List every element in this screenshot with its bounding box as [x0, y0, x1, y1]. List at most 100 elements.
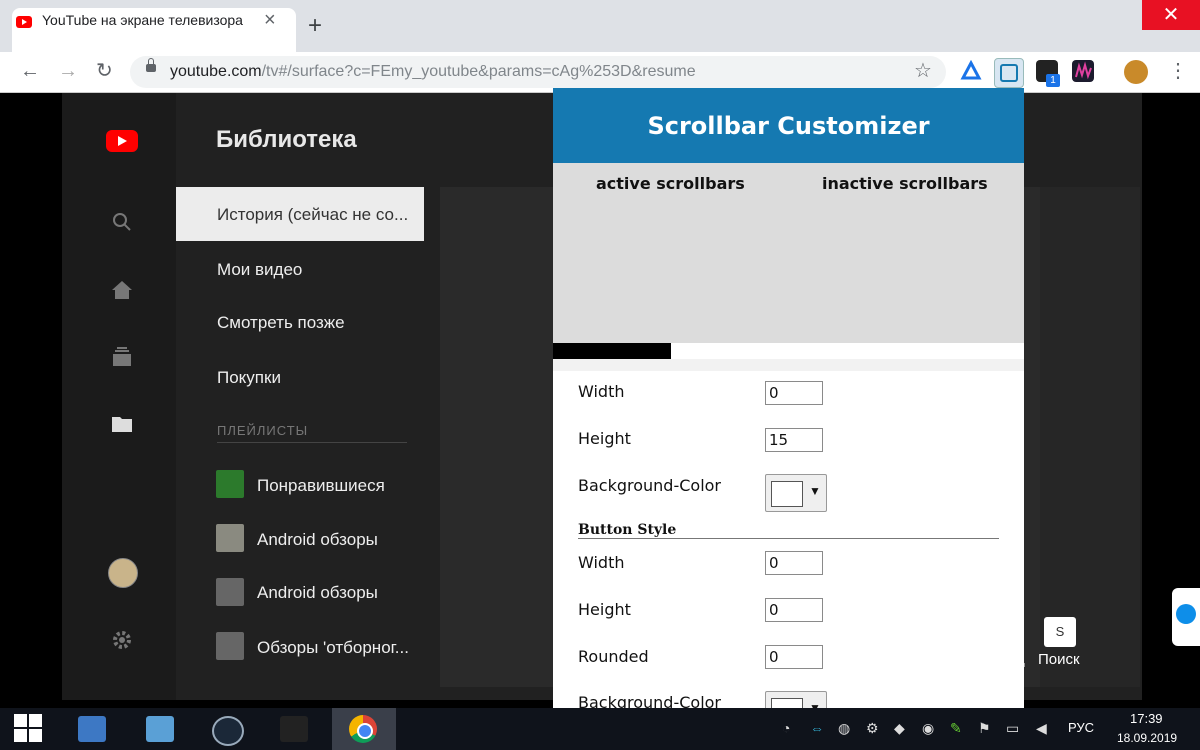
menu-item-label: История (сейчас не со...: [217, 205, 409, 224]
url-host: youtube.com: [170, 63, 262, 80]
tray-teamviewer-icon[interactable]: ⇔: [810, 720, 824, 736]
tray-update-icon[interactable]: ✎: [950, 720, 962, 737]
playlist-thumbnail: [216, 470, 244, 498]
taskbar-app-computer-icon[interactable]: [62, 708, 122, 750]
house-glyph: [112, 281, 132, 299]
button-height-input[interactable]: [765, 598, 823, 622]
button-width-input[interactable]: [765, 551, 823, 575]
back-button[interactable]: ←: [20, 58, 40, 84]
tray-network-icon[interactable]: ◉: [922, 720, 934, 737]
tab-close-icon[interactable]: ×: [264, 10, 276, 30]
section-divider: [578, 538, 999, 539]
windows-logo-pane: [14, 729, 27, 742]
menu-item-my-videos[interactable]: Мои видео: [217, 260, 302, 280]
extension-drive-icon[interactable]: [960, 59, 982, 82]
folder-glyph: [112, 417, 132, 432]
search-icon[interactable]: [110, 210, 134, 234]
scrollbar-customizer-popup: Scrollbar Customizer active scrollbars i…: [553, 88, 1024, 708]
tray-dropbox-icon[interactable]: ◆: [894, 720, 905, 737]
background-color-picker[interactable]: ▼: [765, 474, 827, 512]
magnifier-glyph: [113, 213, 131, 231]
color-swatch: [771, 698, 803, 708]
chrome-icon-center: [357, 723, 373, 739]
button-rounded-input[interactable]: [765, 645, 823, 669]
lock-icon[interactable]: [146, 58, 156, 72]
playlist-item-reviews[interactable]: Обзоры 'отборног...: [257, 638, 409, 658]
width-label: Width: [578, 382, 625, 401]
cog-glyph: [113, 631, 131, 649]
dropdown-arrow-icon: ▼: [809, 484, 821, 498]
scrollbar-icon: [1000, 64, 1018, 82]
home-icon[interactable]: [110, 278, 134, 302]
tab-title: YouTube на экране телевизора: [42, 12, 243, 28]
height-input[interactable]: [765, 428, 823, 452]
playlists-header: ПЛЕЙЛИСТЫ: [217, 423, 309, 438]
playlist-thumbnail: [216, 632, 244, 660]
window-close-button[interactable]: ✕: [1142, 0, 1200, 30]
dropdown-arrow-icon: ▼: [809, 701, 821, 708]
button-style-header: Button Style: [578, 522, 677, 538]
divider: [553, 359, 1024, 371]
search-label: Поиск: [1038, 651, 1080, 668]
preview-scrollbar-track[interactable]: [671, 343, 1024, 359]
reload-button[interactable]: ↻: [96, 58, 113, 84]
playlist-item-android-1[interactable]: Android обзоры: [257, 530, 378, 550]
url-text[interactable]: youtube.com/tv#/surface?c=FEmy_youtube&p…: [170, 63, 696, 81]
extension-scrollbar-customizer-icon[interactable]: [994, 58, 1024, 88]
preview-scrollbar-thumb[interactable]: [553, 343, 671, 359]
taskbar-app-control-panel-icon[interactable]: [130, 708, 190, 750]
tray-flag-icon[interactable]: ⚑: [978, 720, 991, 737]
subscriptions-glyph: [113, 347, 131, 366]
taskbar-app-chrome-icon[interactable]: [332, 708, 396, 750]
menu-item-watch-later[interactable]: Смотреть позже: [217, 313, 345, 333]
subscriptions-icon[interactable]: [110, 345, 134, 369]
search-key-hint[interactable]: S: [1044, 617, 1076, 647]
avatar[interactable]: [108, 558, 138, 588]
teamviewer-icon[interactable]: [1172, 588, 1200, 646]
youtube-logo-icon[interactable]: [106, 130, 138, 152]
color-swatch: [771, 481, 803, 507]
tray-display-icon[interactable]: ▭: [1006, 720, 1019, 737]
start-button[interactable]: [14, 714, 42, 742]
windows-logo-pane: [29, 714, 42, 727]
button-height-label: Height: [578, 600, 631, 619]
button-background-color-label: Background-Color: [578, 693, 721, 708]
gear-icon[interactable]: [110, 628, 134, 652]
playlist-thumbnail: [216, 524, 244, 552]
menu-item-purchases[interactable]: Покупки: [217, 368, 281, 388]
tray-discord-icon[interactable]: ◍: [838, 720, 850, 737]
popup-title: Scrollbar Customizer: [647, 112, 930, 140]
playlist-item-liked[interactable]: Понравившиеся: [257, 476, 385, 496]
extension-badge: 1: [1046, 74, 1060, 87]
background-color-label: Background-Color: [578, 476, 721, 495]
forward-button[interactable]: →: [58, 58, 78, 84]
extension-music-icon[interactable]: [1072, 60, 1094, 82]
button-rounded-label: Rounded: [578, 647, 649, 666]
url-path: /tv#/surface?c=FEmy_youtube&params=cAg%2…: [261, 63, 696, 80]
column-inactive-scrollbars[interactable]: inactive scrollbars: [822, 174, 988, 193]
content-area-right: [1040, 187, 1140, 687]
playlist-item-android-2[interactable]: Android обзоры: [257, 583, 378, 603]
tray-app-icon[interactable]: ◔: [782, 720, 790, 736]
page-title: Библиотека: [216, 126, 357, 153]
profile-avatar[interactable]: [1124, 60, 1148, 84]
button-width-label: Width: [578, 553, 625, 572]
button-background-color-picker[interactable]: ▼: [765, 691, 827, 708]
language-indicator[interactable]: РУС: [1068, 720, 1094, 735]
tray-steam-icon[interactable]: ⚙: [866, 720, 879, 737]
youtube-favicon-icon: [16, 16, 32, 28]
browser-menu-icon[interactable]: ⋮: [1168, 58, 1188, 84]
clock-date[interactable]: 18.09.2019: [1117, 731, 1177, 745]
tray-volume-icon[interactable]: ◀: [1036, 720, 1047, 737]
bookmark-star-icon[interactable]: ☆: [914, 60, 932, 82]
playlist-thumbnail: [216, 578, 244, 606]
taskbar-app-music-icon[interactable]: [264, 708, 324, 750]
width-input[interactable]: [765, 381, 823, 405]
new-tab-button[interactable]: +: [308, 14, 322, 38]
column-active-scrollbars[interactable]: active scrollbars: [596, 174, 745, 193]
clock-time[interactable]: 17:39: [1130, 711, 1163, 726]
youtube-nav-rail: [62, 93, 176, 700]
library-icon[interactable]: [110, 412, 134, 436]
wave-icon: [1075, 61, 1092, 80]
taskbar-app-steam-icon[interactable]: [196, 708, 256, 750]
